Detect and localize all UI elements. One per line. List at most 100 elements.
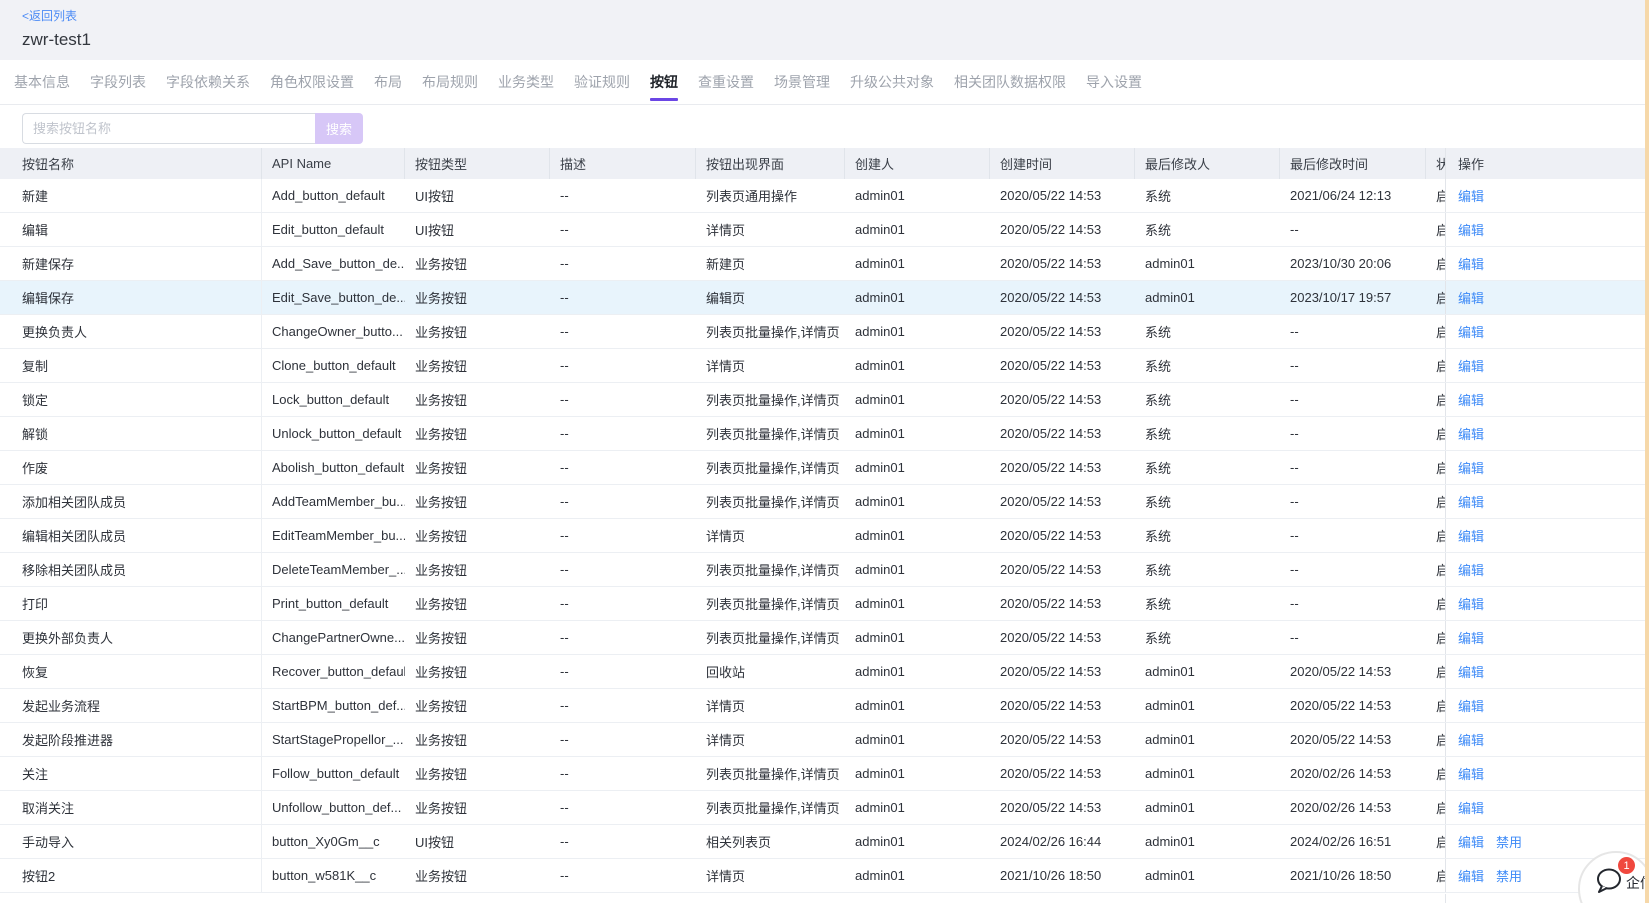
cell-api-name: Edit_Save_button_de... [262, 281, 405, 314]
cell-api-name: AddTeamMember_bu... [262, 485, 405, 518]
cell-button-type: 业务按钮 [405, 689, 550, 722]
actions-cell: 编辑 [1445, 519, 1649, 552]
column-header-4: 按钮出现界面 [696, 148, 845, 179]
cell-surface: 编辑页 [696, 281, 845, 314]
table-row[interactable]: 取消关注Unfollow_button_def...业务按钮--列表页批量操作,… [0, 791, 1649, 825]
tab-7[interactable]: 验证规则 [574, 60, 630, 104]
cell-button-type: 业务按钮 [405, 791, 550, 824]
table-row[interactable]: 按钮2button_w581K__c业务按钮--详情页admin012021/1… [0, 859, 1649, 893]
edit-link[interactable]: 编辑 [1458, 560, 1484, 579]
table-row[interactable]: 复制Clone_button_default业务按钮--详情页admin0120… [0, 349, 1649, 383]
table-row[interactable]: 编辑保存Edit_Save_button_de...业务按钮--编辑页admin… [0, 281, 1649, 315]
cell-button-name: 按钮2 [0, 859, 262, 892]
cell-creator: admin01 [845, 723, 990, 756]
edit-link[interactable]: 编辑 [1458, 492, 1484, 511]
cell-surface: 列表页批量操作,详情页 [696, 485, 845, 518]
tab-5[interactable]: 布局规则 [422, 60, 478, 104]
cell-button-type: UI按钮 [405, 179, 550, 212]
edit-link[interactable]: 编辑 [1458, 288, 1484, 307]
table-row[interactable]: 移除相关团队成员DeleteTeamMember_...业务按钮--列表页批量操… [0, 553, 1649, 587]
table-row[interactable]: 新建保存Add_Save_button_de...业务按钮--新建页admin0… [0, 247, 1649, 281]
column-header-6: 创建时间 [990, 148, 1135, 179]
edit-link[interactable]: 编辑 [1458, 594, 1484, 613]
table-row[interactable]: 新建Add_button_defaultUI按钮--列表页通用操作admin01… [0, 179, 1649, 213]
disable-link[interactable]: 禁用 [1496, 866, 1522, 885]
table-row[interactable]: 解锁Unlock_button_default业务按钮--列表页批量操作,详情页… [0, 417, 1649, 451]
back-to-list-link[interactable]: <返回列表 [22, 7, 77, 24]
edit-link[interactable]: 编辑 [1458, 390, 1484, 409]
tab-9[interactable]: 查重设置 [698, 60, 754, 104]
table-row[interactable]: 编辑相关团队成员EditTeamMember_bu...业务按钮--详情页adm… [0, 519, 1649, 553]
table-row[interactable]: 恢复Recover_button_default业务按钮--回收站admin01… [0, 655, 1649, 689]
edit-link[interactable]: 编辑 [1458, 186, 1484, 205]
search-input[interactable] [22, 113, 315, 144]
cell-modified-time: 2023/10/30 20:06 [1280, 247, 1426, 280]
cell-creator: admin01 [845, 757, 990, 790]
cell-api-name: StartStagePropellor_... [262, 723, 405, 756]
edit-link[interactable]: 编辑 [1458, 628, 1484, 647]
cell-created-time: 2020/05/22 14:53 [990, 247, 1135, 280]
edit-link[interactable]: 编辑 [1458, 730, 1484, 749]
edit-link[interactable]: 编辑 [1458, 254, 1484, 273]
tab-2[interactable]: 字段依赖关系 [166, 60, 250, 104]
actions-cell: 编辑 [1445, 689, 1649, 722]
cell-api-name: StartBPM_button_def... [262, 689, 405, 722]
table-row[interactable]: 更换负责人ChangeOwner_butto...业务按钮--列表页批量操作,详… [0, 315, 1649, 349]
cell-button-name: 复制 [0, 349, 262, 382]
cell-status: 启用 [1426, 689, 1445, 722]
tab-4[interactable]: 布局 [374, 60, 402, 104]
cell-status: 启用 [1426, 281, 1445, 314]
tab-12[interactable]: 相关团队数据权限 [954, 60, 1066, 104]
table-row[interactable]: 作废Abolish_button_default业务按钮--列表页批量操作,详情… [0, 451, 1649, 485]
cell-created-time: 2020/05/22 14:53 [990, 213, 1135, 246]
cell-button-type: 业务按钮 [405, 859, 550, 892]
table-row[interactable]: 发起阶段推进器StartStagePropellor_...业务按钮--详情页a… [0, 723, 1649, 757]
search-button[interactable]: 搜索 [315, 113, 363, 144]
edit-link[interactable]: 编辑 [1458, 866, 1484, 885]
edit-link[interactable]: 编辑 [1458, 798, 1484, 817]
cell-modifier: 系统 [1135, 349, 1280, 382]
table-row[interactable]: 编辑Edit_button_defaultUI按钮--详情页admin01202… [0, 213, 1649, 247]
edit-link[interactable]: 编辑 [1458, 764, 1484, 783]
cell-button-type: 业务按钮 [405, 417, 550, 450]
edit-link[interactable]: 编辑 [1458, 220, 1484, 239]
cell-creator: admin01 [845, 621, 990, 654]
tab-13[interactable]: 导入设置 [1086, 60, 1142, 104]
cell-modified-time: 2020/05/22 14:53 [1280, 689, 1426, 722]
edit-link[interactable]: 编辑 [1458, 322, 1484, 341]
cell-modified-time: -- [1280, 315, 1426, 348]
actions-cell: 编辑 [1445, 621, 1649, 654]
table-row[interactable]: 关注Follow_button_default业务按钮--列表页批量操作,详情页… [0, 757, 1649, 791]
tab-1[interactable]: 字段列表 [90, 60, 146, 104]
edit-link[interactable]: 编辑 [1458, 696, 1484, 715]
cell-button-name: 编辑 [0, 213, 262, 246]
tab-0[interactable]: 基本信息 [14, 60, 70, 104]
table-row[interactable]: 添加相关团队成员AddTeamMember_bu...业务按钮--列表页批量操作… [0, 485, 1649, 519]
cell-created-time: 2020/05/22 14:53 [990, 757, 1135, 790]
tab-6[interactable]: 业务类型 [498, 60, 554, 104]
cell-api-name: Add_Save_button_de... [262, 247, 405, 280]
tab-3[interactable]: 角色权限设置 [270, 60, 354, 104]
table-row[interactable]: 手动导入button_Xy0Gm__cUI按钮--相关列表页admin01202… [0, 825, 1649, 859]
disable-link[interactable]: 禁用 [1496, 832, 1522, 851]
table-row[interactable]: 更换外部负责人ChangePartnerOwne...业务按钮--列表页批量操作… [0, 621, 1649, 655]
edit-link[interactable]: 编辑 [1458, 356, 1484, 375]
edit-link[interactable]: 编辑 [1458, 526, 1484, 545]
cell-modified-time: 2020/02/26 14:53 [1280, 757, 1426, 790]
tab-8[interactable]: 按钮 [650, 60, 678, 104]
table-row[interactable]: 锁定Lock_button_default业务按钮--列表页批量操作,详情页ad… [0, 383, 1649, 417]
cell-status: 启用 [1426, 587, 1445, 620]
cell-button-name: 移除相关团队成员 [0, 553, 262, 586]
cell-modified-time: -- [1280, 417, 1426, 450]
table-row[interactable]: 发起业务流程StartBPM_button_def...业务按钮--详情页adm… [0, 689, 1649, 723]
edit-link[interactable]: 编辑 [1458, 662, 1484, 681]
table-row[interactable]: 打印Print_button_default业务按钮--列表页批量操作,详情页a… [0, 587, 1649, 621]
cell-status: 启用 [1426, 723, 1445, 756]
edit-link[interactable]: 编辑 [1458, 832, 1484, 851]
tab-10[interactable]: 场景管理 [774, 60, 830, 104]
tab-11[interactable]: 升级公共对象 [850, 60, 934, 104]
edit-link[interactable]: 编辑 [1458, 458, 1484, 477]
cell-created-time: 2020/05/22 14:53 [990, 655, 1135, 688]
edit-link[interactable]: 编辑 [1458, 424, 1484, 443]
cell-button-name: 打印 [0, 587, 262, 620]
